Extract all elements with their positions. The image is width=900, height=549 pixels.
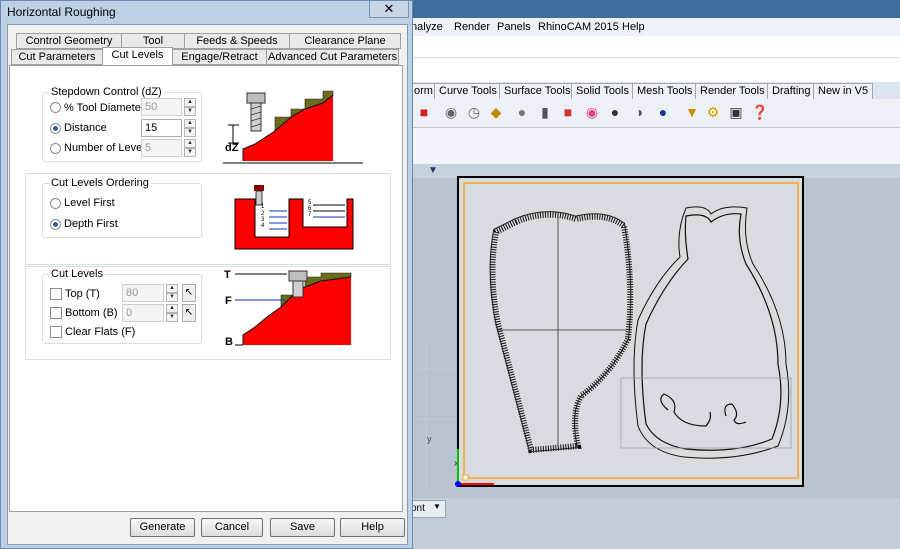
render-window-icon[interactable]: ▣	[728, 104, 744, 120]
part-geometry: y x	[406, 182, 799, 494]
menu-panels[interactable]: Panels	[497, 21, 531, 33]
tab-cut-levels[interactable]: Cut Levels	[102, 47, 173, 66]
axis-origin-blue	[455, 481, 461, 487]
tab-feeds-speeds[interactable]: Feeds & Speeds	[184, 33, 290, 49]
bottom-pick-button[interactable]: ↖	[182, 304, 196, 322]
sphere-white-icon[interactable]: ◑	[631, 104, 647, 120]
light-icon[interactable]: ◆	[488, 104, 504, 120]
ordering-title: Cut Levels Ordering	[49, 177, 151, 189]
toolbar-tab-render-tools[interactable]: Render Tools	[695, 83, 770, 99]
top-field[interactable]: 80	[122, 284, 164, 302]
outline-right-part	[641, 213, 782, 451]
bulb-icon[interactable]: ●	[514, 104, 530, 120]
car-icon[interactable]: ■	[416, 104, 432, 120]
viewport-bottom-bar	[406, 498, 900, 549]
toolbar-tab-solid-tools[interactable]: Solid Tools	[571, 83, 634, 99]
toolbar-tab-mesh-tools[interactable]: Mesh Tools	[632, 83, 698, 99]
cursor-pick-icon: ↖	[184, 287, 194, 298]
tab-engage-retract[interactable]: Engage/Retract	[172, 49, 267, 65]
cut-levels-title: Cut Levels	[49, 268, 105, 280]
number-of-levels-field[interactable]: 5	[141, 139, 182, 157]
toolbar-tab-curve-tools[interactable]: Curve Tools	[434, 83, 502, 99]
help-button[interactable]: Help	[340, 518, 405, 537]
checkbox-bottom[interactable]	[50, 307, 62, 319]
generate-button[interactable]: Generate	[130, 518, 195, 537]
toolpath-left-part	[489, 211, 634, 454]
viewport-combo-arrow-icon[interactable]: ▼	[433, 502, 441, 511]
label-distance: Distance	[64, 122, 107, 134]
radio-tool-diameter[interactable]	[50, 102, 61, 113]
distance-stepper[interactable]: ▲ ▼	[184, 119, 196, 137]
label-t: T	[224, 269, 231, 281]
checkbox-clear-flats[interactable]	[50, 326, 62, 338]
tab-cut-parameters[interactable]: Cut Parameters	[11, 49, 103, 65]
cut-levels-illustration: T F B	[224, 269, 352, 348]
sphere-blue-icon[interactable]: ●	[655, 104, 671, 120]
number-of-levels-stepper[interactable]: ▲ ▼	[184, 139, 196, 157]
stock-boundary	[463, 182, 799, 479]
label-depth-first: Depth First	[64, 218, 118, 230]
tool-diameter-stepper[interactable]: ▲ ▼	[184, 98, 196, 116]
lock-icon[interactable]: ▮	[537, 104, 553, 120]
top-stepper[interactable]: ▲ ▼	[166, 284, 178, 302]
render-arrow-icon[interactable]: ▼	[684, 104, 700, 120]
menu-analyze[interactable]: nalyze	[411, 21, 443, 33]
label-top: Top (T)	[65, 288, 100, 300]
radio-level-first[interactable]	[50, 198, 61, 209]
toolbar-tab-new-in-v5[interactable]: New in V5	[813, 83, 874, 99]
cursor-pick-icon: ↖	[184, 307, 194, 318]
toolbar-tab-surface-tools[interactable]: Surface Tools	[499, 83, 576, 99]
ordering-illustration: 1 2 3 4 5 6 7	[234, 185, 354, 250]
bottom-field[interactable]: 0	[122, 304, 164, 322]
axis-y-label: y	[427, 434, 432, 444]
color-wheel-icon[interactable]: ◉	[584, 104, 600, 120]
settings-gear-icon[interactable]: ⚙	[705, 104, 721, 120]
help-icon[interactable]: ❓	[751, 104, 768, 120]
menu-rhinocam[interactable]: RhinoCAM 2015	[538, 21, 619, 33]
material-icon[interactable]: ■	[560, 104, 576, 120]
radio-depth-first[interactable]	[50, 219, 61, 230]
label-tool-diameter: % Tool Diameter	[64, 102, 145, 114]
label-number-of-levels: Number of Levels	[64, 142, 151, 154]
eye-icon[interactable]: ◉	[443, 104, 459, 120]
label-f: F	[225, 295, 232, 307]
label-level-first: Level First	[64, 197, 115, 209]
radio-number-of-levels[interactable]	[50, 143, 61, 154]
dialog-title: Horizontal Roughing	[7, 5, 116, 19]
dialog-close-button[interactable]: ✕	[369, 1, 409, 18]
toolbar-tab-drafting[interactable]: Drafting	[767, 83, 816, 99]
top-pick-button[interactable]: ↖	[182, 284, 196, 302]
bottom-stepper[interactable]: ▲ ▼	[166, 304, 178, 322]
stepdown-title: Stepdown Control (dZ)	[49, 86, 164, 98]
tab-advanced-cut-parameters[interactable]: Advanced Cut Parameters	[266, 49, 399, 65]
label-bottom: Bottom (B)	[65, 307, 118, 319]
distance-field[interactable]: 15	[141, 119, 182, 137]
label-clear-flats: Clear Flats (F)	[65, 326, 136, 338]
menu-render[interactable]: Render	[454, 21, 490, 33]
sphere-gray-icon[interactable]: ●	[607, 104, 623, 120]
radio-distance[interactable]	[50, 123, 61, 134]
label-b: B	[225, 336, 233, 348]
menu-help[interactable]: Help	[622, 21, 645, 33]
cancel-button[interactable]: Cancel	[201, 518, 263, 537]
save-button[interactable]: Save	[270, 518, 335, 537]
tool-diameter-field[interactable]: 50	[141, 98, 182, 116]
stepdown-illustration: dZ	[223, 90, 363, 164]
horizontal-roughing-dialog: Horizontal Roughing ✕ Control Geometry T…	[0, 0, 413, 549]
clock-icon[interactable]: ◷	[466, 104, 482, 120]
dz-label: dZ	[225, 142, 239, 154]
checkbox-top[interactable]	[50, 288, 62, 300]
tab-clearance-plane[interactable]: Clearance Plane	[289, 33, 401, 49]
